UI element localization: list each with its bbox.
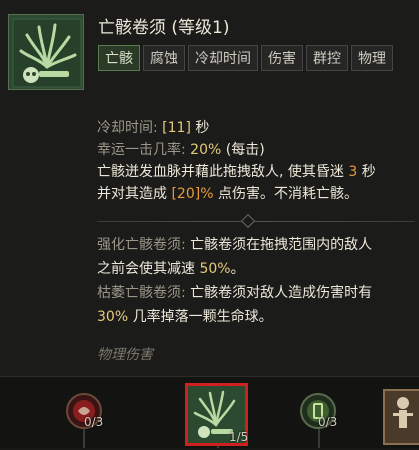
modifier-text: 对敌人造成伤害时有 xyxy=(246,285,373,301)
tag-damage: 伤害 xyxy=(261,45,303,71)
cooldown-value: [11] xyxy=(162,120,191,136)
skill-node-rune[interactable]: 0/3 xyxy=(298,391,338,431)
skill-tree-bar: 0/3 1/5 0/3 xyxy=(0,376,419,448)
description-line-1: 亡骸迸发血脉并藉此拖拽敌人, 使其昏迷 3 秒 xyxy=(97,161,415,183)
skill-node-skeleton[interactable] xyxy=(383,389,419,445)
skill-title: 亡骸卷须 (等级1) xyxy=(98,18,230,38)
cooldown-unit: 秒 xyxy=(195,120,210,136)
description-text: 秒 xyxy=(361,164,376,180)
node-rank: 0/3 xyxy=(84,415,104,429)
damage-type-footer: 物理伤害 xyxy=(97,347,153,363)
skeleton-icon xyxy=(383,389,419,445)
skill-node-blood[interactable]: 0/3 xyxy=(64,391,104,431)
corpse-tendrils-icon xyxy=(8,14,84,90)
modifier-1-line-2: 之前会使其减速 50%。 xyxy=(97,257,415,281)
section-divider xyxy=(97,213,415,229)
modifier-label: 强化亡骸卷须: xyxy=(97,237,186,253)
tag-cooldown: 冷却时间 xyxy=(188,45,258,71)
skill-stats: 冷却时间: [11] 秒 幸运一击几率: 20% (每击) 亡骸迸发血脉并藉此拖… xyxy=(97,117,415,205)
modifier-text: 在拖拽范围内的敌人 xyxy=(246,237,373,253)
description-line-2: 并对其造成 [20]% 点伤害。不消耗亡骸。 xyxy=(97,183,415,205)
tag-darkness: 腐蚀 xyxy=(143,45,185,71)
slow-value: 50% xyxy=(199,261,231,277)
modifier-skill-name: 亡骸卷须 xyxy=(190,285,247,301)
tag-crowd-control: 群控 xyxy=(306,45,348,71)
lucky-hit-line: 幸运一击几率: 20% (每击) xyxy=(97,139,415,161)
node-rank: 1/5 xyxy=(229,430,249,444)
cooldown-label: 冷却时间: xyxy=(97,120,158,136)
modifier-text: 几率掉落一颗生命球。 xyxy=(132,309,273,325)
modifier-text: 。 xyxy=(230,261,245,277)
skill-tags: 亡骸 腐蚀 冷却时间 伤害 群控 物理 xyxy=(98,45,408,77)
divider-ornament xyxy=(240,213,256,229)
health-orb-chance: 30% xyxy=(97,309,129,325)
modifier-2-line-1: 枯萎亡骸卷须: 亡骸卷须对敌人造成伤害时有 xyxy=(97,281,415,305)
damage-value: [20]% xyxy=(171,186,214,202)
lucky-hit-value: 20% xyxy=(190,142,222,158)
description-text: 并对其造成 xyxy=(97,186,167,202)
skill-tooltip: 亡骸卷须 (等级1) 亡骸 腐蚀 冷却时间 伤害 群控 物理 冷却时间: [11] 秒 幸… xyxy=(0,0,419,376)
tag-corpse: 亡骸 xyxy=(98,45,140,71)
modifier-2-line-2: 30% 几率掉落一颗生命球。 xyxy=(97,305,415,329)
node-rank: 0/3 xyxy=(318,415,338,429)
modifier-label: 枯萎亡骸卷须: xyxy=(97,285,186,301)
description-text: 亡骸迸发血脉并藉此拖拽敌人, 使其昏迷 xyxy=(97,164,344,180)
skill-node-tendrils-selected[interactable]: 1/5 xyxy=(185,383,248,446)
cooldown-line: 冷却时间: [11] 秒 xyxy=(97,117,415,139)
modifier-skill-name: 亡骸卷须 xyxy=(190,237,247,253)
lucky-hit-suffix: (每击) xyxy=(225,142,265,158)
stun-duration: 3 xyxy=(348,164,358,180)
description-text: 点伤害。不消耗亡骸。 xyxy=(217,186,358,202)
tag-physical: 物理 xyxy=(351,45,393,71)
modifier-1-line-1: 强化亡骸卷须: 亡骸卷须在拖拽范围内的敌人 xyxy=(97,233,415,257)
skill-modifiers: 强化亡骸卷须: 亡骸卷须在拖拽范围内的敌人 之前会使其减速 50%。 枯萎亡骸卷… xyxy=(97,233,415,329)
modifier-text: 之前会使其减速 xyxy=(97,261,195,277)
lucky-hit-label: 幸运一击几率: xyxy=(97,142,186,158)
